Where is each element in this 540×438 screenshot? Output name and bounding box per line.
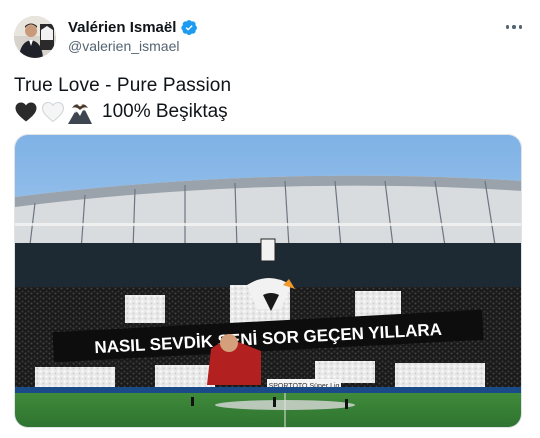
- author-name-row[interactable]: Valérien Ismaël: [68, 17, 198, 37]
- more-dot-icon: [512, 25, 516, 29]
- verified-badge-icon: [181, 19, 198, 35]
- tweet-text-line2: 100% Beşiktaş: [14, 99, 228, 125]
- tweet-text-club: 100% Beşiktaş: [102, 101, 228, 122]
- white-heart-emoji-icon: [41, 101, 65, 123]
- more-options-button[interactable]: [500, 16, 528, 38]
- tweet-text-line1: True Love - Pure Passion: [14, 75, 232, 96]
- more-dot-icon: [505, 25, 510, 29]
- author-display-name[interactable]: Valérien Ismaël: [68, 19, 176, 36]
- eagle-mountain-emoji-icon: [68, 102, 92, 124]
- tweet-media-image[interactable]: NASIL SEVDİK SENİ SOR GEÇEN YILLARA SPOR…: [14, 134, 522, 428]
- author-handle[interactable]: @valerien_ismael: [68, 38, 179, 54]
- more-dot-icon: [518, 25, 523, 29]
- avatar[interactable]: [14, 16, 56, 58]
- black-heart-emoji-icon: [15, 102, 37, 122]
- profile-photo-icon: [14, 16, 56, 58]
- tweet-card[interactable]: Valérien Ismaël @valerien_ismael True Lo…: [0, 0, 540, 438]
- stadium-photo-icon: NASIL SEVDİK SENİ SOR GEÇEN YILLARA SPOR…: [15, 135, 521, 427]
